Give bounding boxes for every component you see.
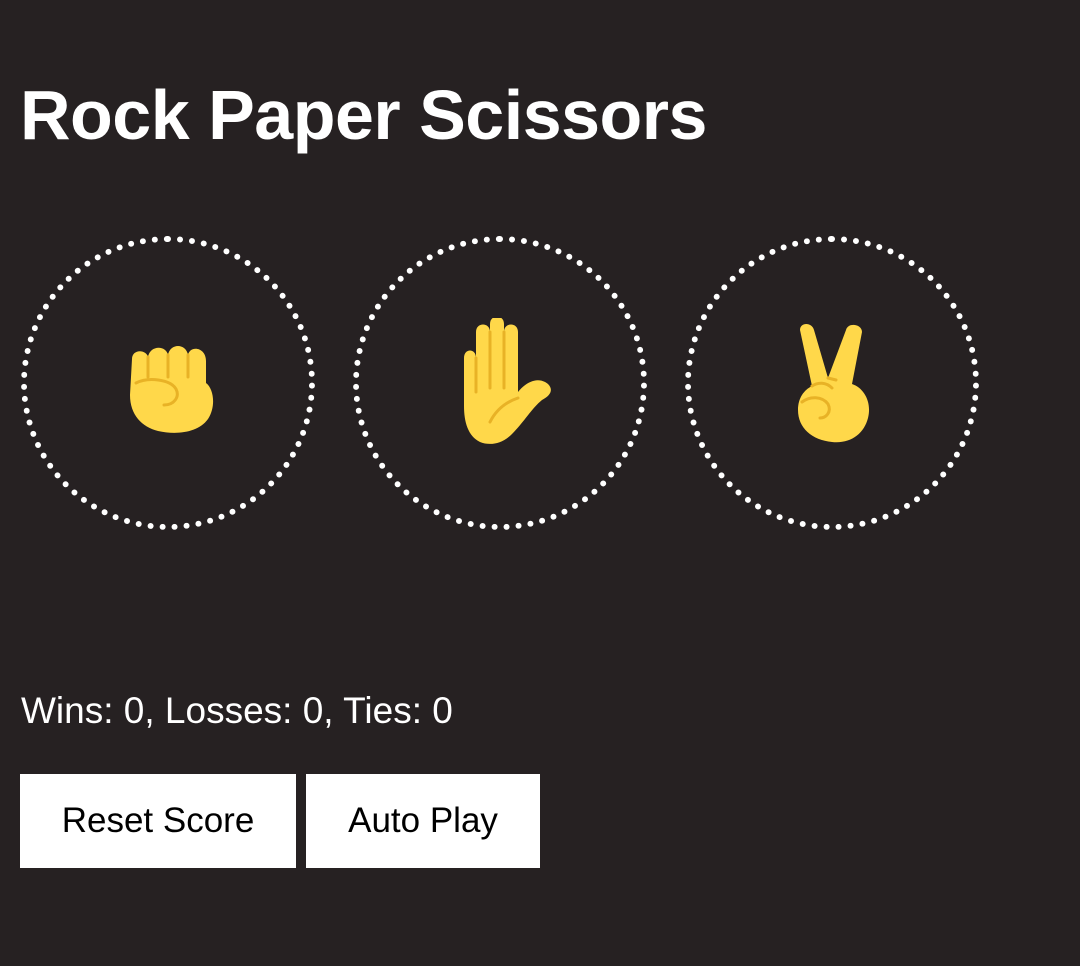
- page-title: Rock Paper Scissors: [20, 76, 707, 154]
- raised-hand-icon: [442, 318, 558, 448]
- score-controls: Reset Score Auto Play: [20, 774, 540, 868]
- auto-play-button[interactable]: Auto Play: [306, 774, 540, 868]
- paper-button[interactable]: [353, 236, 647, 530]
- scissors-button[interactable]: [685, 236, 979, 530]
- victory-hand-icon: [792, 322, 872, 444]
- move-buttons: [21, 236, 979, 530]
- reset-score-button[interactable]: Reset Score: [20, 774, 296, 868]
- rock-button[interactable]: [21, 236, 315, 530]
- raised-fist-icon: [118, 331, 218, 435]
- score-display: Wins: 0, Losses: 0, Ties: 0: [21, 690, 453, 731]
